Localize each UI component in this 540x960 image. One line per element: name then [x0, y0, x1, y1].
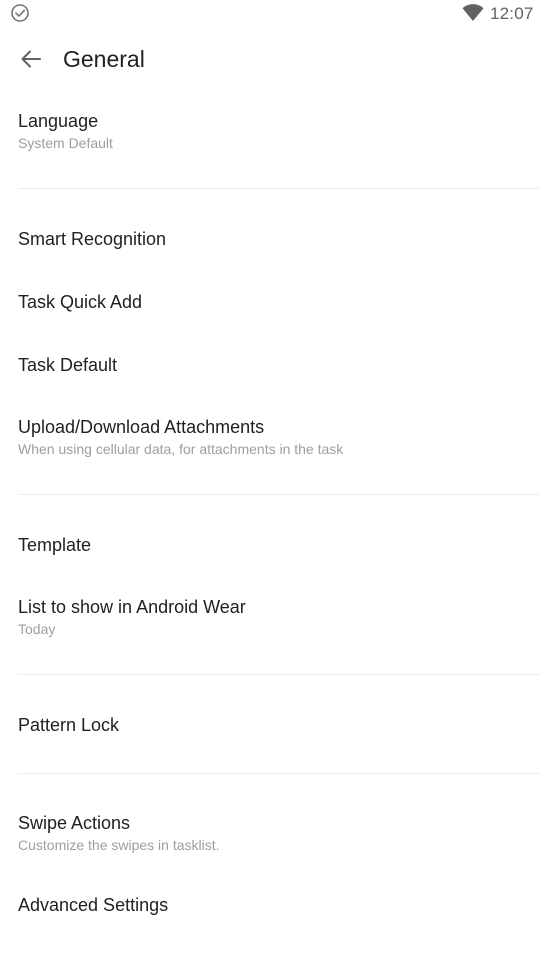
setting-title: Task Quick Add: [18, 292, 143, 312]
setting-swipe-actions[interactable]: Swipe Actions Customize the swipes in ta…: [0, 812, 540, 854]
back-button[interactable]: [14, 42, 48, 76]
setting-android-wear-list[interactable]: List to show in Android Wear Today: [0, 596, 540, 638]
setting-title: Advanced Settings: [18, 895, 169, 915]
setting-advanced-settings[interactable]: Advanced Settings: [0, 894, 540, 916]
setting-title: Upload/Download Attachments: [18, 417, 265, 437]
setting-smart-recognition[interactable]: Smart Recognition: [0, 228, 540, 250]
setting-title: Template: [18, 535, 92, 555]
divider: [18, 494, 540, 495]
status-bar: 12:07: [0, 0, 540, 28]
setting-title: List to show in Android Wear: [18, 597, 246, 617]
setting-task-default[interactable]: Task Default: [0, 354, 540, 376]
status-time: 12:07: [490, 4, 534, 23]
divider: [18, 188, 540, 189]
setting-summary: Customize the swipes in tasklist.: [18, 837, 220, 853]
setting-summary: System Default: [18, 135, 113, 151]
divider: [18, 674, 540, 675]
setting-summary: Today: [18, 621, 56, 637]
setting-language[interactable]: Language System Default: [0, 110, 540, 152]
setting-title: Swipe Actions: [18, 813, 131, 833]
check-circle-icon: [11, 4, 29, 22]
setting-title: Pattern Lock: [18, 715, 120, 735]
arrow-back-icon: [21, 50, 41, 68]
setting-title: Language: [18, 111, 99, 131]
setting-summary: When using cellular data, for attachment…: [18, 441, 344, 457]
divider: [18, 773, 540, 774]
app-bar: General: [0, 28, 540, 90]
setting-pattern-lock[interactable]: Pattern Lock: [0, 714, 540, 736]
setting-upload-download-attachments[interactable]: Upload/Download Attachments When using c…: [0, 416, 540, 458]
page-title: General: [63, 46, 145, 72]
wifi-icon: [462, 4, 484, 22]
setting-title: Smart Recognition: [18, 229, 167, 249]
setting-task-quick-add[interactable]: Task Quick Add: [0, 291, 540, 313]
setting-template[interactable]: Template: [0, 534, 540, 556]
setting-title: Task Default: [18, 355, 118, 375]
